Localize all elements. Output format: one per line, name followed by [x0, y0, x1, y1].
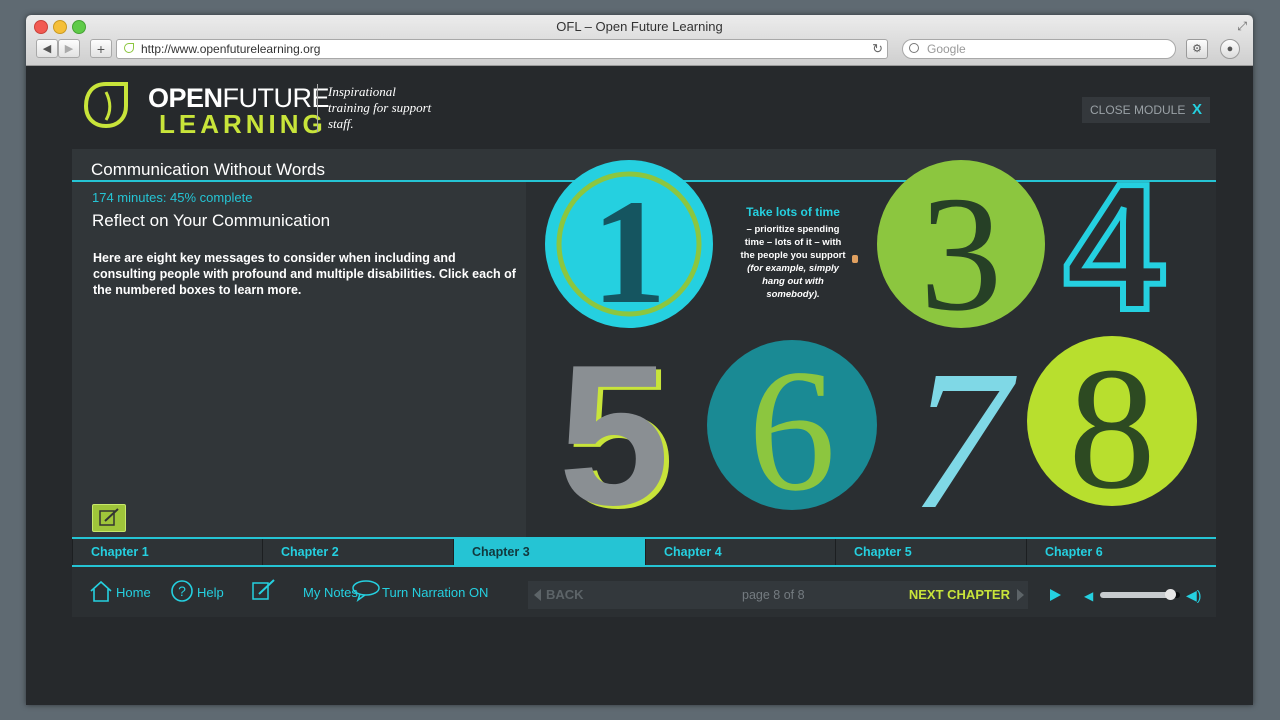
cursor-icon — [852, 255, 858, 263]
page-indicator: page 8 of 8 — [742, 588, 805, 602]
fullscreen-icon[interactable]: ⤢ — [1237, 19, 1247, 34]
number-box-4[interactable]: 4 4 — [1054, 159, 1174, 329]
tab-chapter-6[interactable]: Chapter 6 — [1026, 539, 1216, 565]
search-placeholder: Google — [927, 42, 966, 56]
module-title: Communication Without Words — [91, 160, 325, 179]
number-4-pattern: 4 — [1064, 159, 1164, 329]
settings-icon: ● — [1226, 43, 1234, 55]
tab-chapter-3[interactable]: Chapter 3 — [453, 539, 645, 565]
instructions-text: Here are eight key messages to consider … — [93, 251, 516, 297]
close-module-label: CLOSE MODULE — [1090, 103, 1186, 117]
number-box-8[interactable]: 8 — [1026, 335, 1198, 507]
logo-tagline: Inspirational training for support staff… — [328, 84, 432, 131]
page-navigation: BACK page 8 of 8 NEXT CHAPTER — [528, 581, 1028, 609]
tools-button[interactable]: ⚙ — [1186, 39, 1208, 59]
speech-bubble-icon — [352, 580, 380, 602]
browser-window: OFL – Open Future Learning ⤢ ◀ ▶ + http:… — [26, 15, 1253, 705]
page-content: OPENFUTURE LEARNING Inspirational traini… — [26, 66, 1253, 705]
search-field[interactable]: Google — [902, 39, 1176, 59]
play-icon[interactable] — [1050, 589, 1061, 601]
reload-icon[interactable]: ↻ — [872, 40, 883, 58]
back-page-button[interactable]: BACK — [546, 587, 584, 602]
next-chapter-button[interactable]: NEXT CHAPTER — [909, 587, 1010, 602]
tab-chapter-2[interactable]: Chapter 2 — [262, 539, 453, 565]
volume-high-icon[interactable]: ◀) — [1186, 587, 1201, 604]
volume-fill — [1100, 592, 1171, 598]
number-box-3[interactable]: 3 — [876, 159, 1046, 329]
module-panel: Communication Without Words 174 minutes:… — [72, 149, 1216, 537]
tab-chapter-4[interactable]: Chapter 4 — [645, 539, 835, 565]
close-module-button[interactable]: CLOSE MODULE X — [1082, 97, 1210, 123]
section-title: Reflect on Your Communication — [92, 211, 331, 230]
tab-chapter-1[interactable]: Chapter 1 — [72, 539, 262, 565]
arrow-left-icon: ◀ — [42, 43, 52, 55]
search-icon — [909, 43, 919, 53]
add-tab-button[interactable]: + — [90, 39, 112, 58]
gear-icon: ⚙ — [1192, 43, 1202, 55]
home-label: Home — [116, 585, 151, 600]
number-5-label: 5 — [558, 339, 669, 519]
tab-chapter-5[interactable]: Chapter 5 — [835, 539, 1026, 565]
number-6-label: 6 — [748, 339, 836, 511]
arrow-right-icon: ▶ — [64, 43, 74, 55]
volume-knob[interactable] — [1165, 589, 1177, 600]
leaf-logo-icon — [83, 82, 128, 128]
next-arrow-icon — [1017, 589, 1024, 601]
plus-icon: + — [96, 41, 106, 57]
number-box-6[interactable]: 6 — [706, 339, 878, 511]
browser-titlebar: OFL – Open Future Learning ⤢ ◀ ▶ + http:… — [26, 15, 1253, 66]
number-box-7[interactable]: 7 — [890, 339, 1030, 519]
number-1-label: 1 — [592, 169, 667, 329]
number-8-label: 8 — [1068, 335, 1156, 507]
forward-button[interactable]: ▶ — [58, 39, 80, 58]
volume-slider[interactable] — [1100, 589, 1180, 600]
tip-example: (for example, simply hang out with someb… — [747, 263, 839, 300]
tip-body: – prioritize spending time – lots of it … — [740, 224, 846, 261]
number-box-5[interactable]: 5 5 — [552, 339, 682, 519]
edit-notes-button[interactable] — [92, 504, 126, 532]
settings-button[interactable]: ● — [1220, 39, 1240, 59]
module-footer: Home ? Help My Notes Turn Narration ON B… — [72, 567, 1216, 617]
pencil-icon — [99, 508, 119, 526]
notes-pencil-icon — [252, 579, 275, 600]
tip-heading: Take lots of time — [746, 205, 840, 219]
number-box-1[interactable]: 1 — [544, 159, 714, 329]
window-title: OFL – Open Future Learning — [556, 19, 723, 34]
narration-label: Turn Narration ON — [382, 585, 489, 600]
chapter-tabs: Chapter 1 Chapter 2 Chapter 3 Chapter 4 … — [72, 537, 1216, 567]
number-7-label: 7 — [910, 339, 1017, 519]
svg-text:?: ? — [178, 583, 186, 599]
number-3-label: 3 — [920, 162, 1003, 329]
tip-text: Take lots of time – prioritize spending … — [738, 206, 848, 301]
url-text: http://www.openfuturelearning.org — [141, 42, 321, 56]
back-arrow-icon — [534, 589, 541, 601]
address-bar[interactable]: http://www.openfuturelearning.org ↻ — [116, 39, 888, 59]
help-icon: ? — [171, 580, 193, 602]
logo-divider — [317, 84, 318, 132]
help-label: Help — [197, 585, 224, 600]
home-icon — [90, 580, 112, 602]
progress-text: 174 minutes: 45% complete — [92, 190, 253, 205]
back-button[interactable]: ◀ — [36, 39, 58, 58]
volume-low-icon[interactable]: ◀ — [1084, 589, 1093, 603]
site-favicon-icon — [124, 43, 134, 53]
logo-text-learning: LEARNING — [159, 109, 327, 139]
close-icon: X — [1191, 101, 1202, 118]
